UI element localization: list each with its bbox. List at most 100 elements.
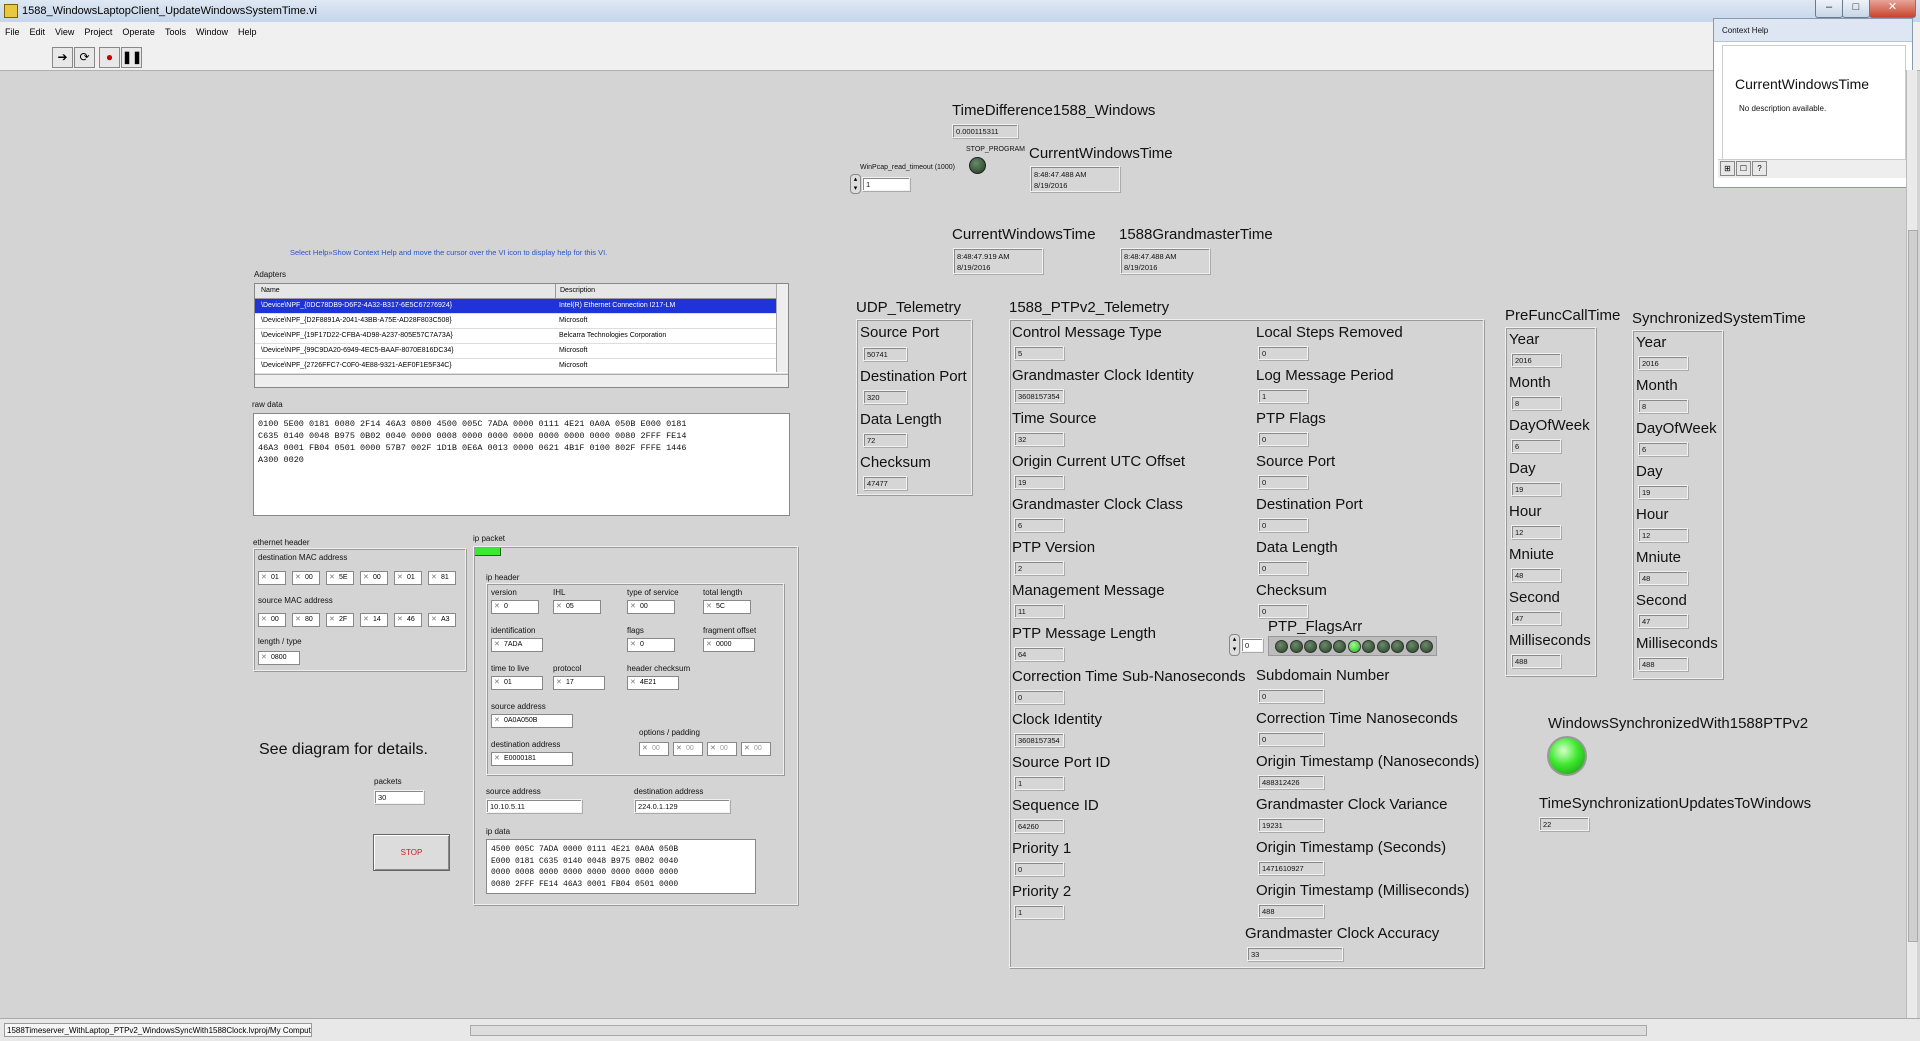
table-row[interactable]: \Device\NPF_{2726FFC7-C0F0-4E88-9321-AEF… (255, 359, 788, 374)
winpcap-input[interactable]: 1 (862, 177, 910, 191)
packets-indicator: 30 (374, 790, 424, 804)
cwt1-label: CurrentWindowsTime (1029, 145, 1173, 162)
udp-dst-port-label: Destination Port (860, 368, 967, 385)
ptp-field-value: 11 (1014, 604, 1064, 618)
src-mac-byte: ✕ A3 (428, 613, 456, 627)
menu-view[interactable]: View (50, 22, 79, 43)
ptp-flag-led (1333, 640, 1346, 653)
raw-data-label: raw data (252, 400, 283, 409)
ip-packet-cluster: ip header version ✕ 0 IHL ✕ 05 type of ser… (473, 546, 798, 905)
maximize-button[interactable]: □ (1842, 0, 1870, 18)
help-question-icon[interactable]: ? (1752, 161, 1767, 176)
main-vscroll-thumb[interactable] (1908, 230, 1918, 942)
cwt2-label: CurrentWindowsTime (952, 226, 1096, 243)
timediff-indicator: 0.000115311 (952, 124, 1018, 138)
table-row[interactable]: \Device\NPF_{19F17D22-CFBA-4D98-A237-805… (255, 329, 788, 344)
synced-field-label: Milliseconds (1636, 635, 1718, 652)
prefunc-field-value: 2016 (1511, 353, 1561, 367)
menu-file[interactable]: File (0, 22, 25, 43)
ptp-field-label: Source Port (1256, 453, 1336, 470)
close-button[interactable]: ✕ (1869, 0, 1916, 18)
synced-field-label: Day (1636, 463, 1663, 480)
adapter-name: \Device\NPF_{19F17D22-CFBA-4D98-A237-805… (261, 332, 453, 339)
menu-window[interactable]: Window (191, 22, 233, 43)
total-length-value: ✕ 5C (703, 600, 751, 614)
table-row[interactable]: \Device\NPF_{99C9DA20-6949-4EC5-BAAF-807… (255, 344, 788, 359)
synced-field-value: 2016 (1638, 356, 1688, 370)
main-hscroll[interactable] (470, 1025, 1647, 1036)
ptp-field-value: 1 (1014, 905, 1064, 919)
ethernet-header-cluster: destination MAC address ✕ 01 ✕ 00 ✕ 5E ✕ 00 … (253, 548, 466, 671)
help-lock-icon[interactable]: ⊞ (1720, 161, 1735, 176)
identification-label: identification (491, 626, 536, 635)
menu-tools[interactable]: Tools (160, 22, 191, 43)
src-mac-byte: ✕ 00 (258, 613, 286, 627)
run-arrow-icon[interactable]: ➔ (52, 47, 73, 68)
status-bar: 1588Timeserver_WithLaptop_PTPv2_WindowsS… (0, 1018, 1920, 1041)
protocol-value: ✕ 17 (553, 676, 605, 690)
dst-mac-byte: ✕ 5E (326, 571, 354, 585)
ptp-flag-led (1289, 640, 1303, 653)
adapters-hscroll[interactable] (255, 374, 788, 387)
ptp-field-label: Origin Timestamp (Seconds) (1256, 839, 1447, 856)
ptp-field-label: Priority 2 (1012, 883, 1072, 900)
src-mac-byte: ✕ 14 (360, 613, 388, 627)
ptp-field-label: PTP Flags (1256, 410, 1326, 427)
col-desc-header[interactable]: Description (555, 284, 595, 298)
synced-field-value: 48 (1638, 571, 1688, 585)
menu-edit[interactable]: Edit (25, 22, 51, 43)
dst-addr-value: ✕ E0000181 (491, 752, 573, 766)
ptp-field-value: 64 (1014, 647, 1064, 661)
ip-data-label: ip data (486, 827, 511, 836)
prefunc-field-label: Milliseconds (1509, 632, 1591, 649)
cwt2-time: 8:48:47.919 AM (957, 252, 1010, 261)
ptp-flags-idx-stepper[interactable]: ▴ ▾ (1229, 634, 1240, 656)
gm-accuracy-label: Grandmaster Clock Accuracy (1245, 925, 1440, 942)
adapter-desc: Microsoft (559, 362, 588, 369)
ptp-field-value: 0 (1258, 432, 1308, 446)
cwt1-time: 8:48:47.488 AM (1034, 170, 1087, 179)
udp-checksum-label: Checksum (860, 454, 931, 471)
ptp-field-value: 5 (1014, 346, 1064, 360)
pause-icon[interactable]: ❚❚ (121, 47, 142, 68)
table-row[interactable]: \Device\NPF_{D2F8891A-2041-43BB-A75E-AD2… (255, 314, 788, 329)
adapters-table[interactable]: Name Description \Device\NPF_{0DC78DB9-D… (254, 283, 789, 388)
winpcap-stepper[interactable]: ▴ ▾ (850, 174, 861, 194)
cwt2-date: 8/19/2016 (957, 263, 991, 272)
menu-project[interactable]: Project (79, 22, 117, 43)
project-path: 1588Timeserver_WithLaptop_PTPv2_WindowsS… (4, 1023, 312, 1037)
prefunc-field-value: 12 (1511, 525, 1561, 539)
main-vscroll[interactable] (1906, 70, 1918, 1018)
ttl-value: ✕ 01 (491, 676, 543, 690)
dst-mac-byte: ✕ 01 (258, 571, 286, 585)
stop-button[interactable]: STOP (373, 834, 450, 871)
dst-mac-byte: ✕ 01 (394, 571, 422, 585)
ptp-field-label: Grandmaster Clock Identity (1012, 367, 1194, 384)
help-detail-icon[interactable]: ☐ (1736, 161, 1751, 176)
adapters-vscroll[interactable] (776, 284, 788, 372)
abort-icon[interactable]: ● (99, 47, 120, 68)
context-help-body: No description available. (1739, 104, 1827, 113)
cwt1-date: 8/19/2016 (1034, 181, 1068, 190)
udp-src-port-value: 50741 (863, 347, 907, 361)
header-checksum-label: header checksum (627, 664, 691, 673)
run-continuously-icon[interactable]: ⟳ (74, 47, 95, 68)
stop-program-led[interactable] (969, 157, 986, 174)
udp-dst-port-value: 320 (863, 390, 907, 404)
ptp-field-label: Subdomain Number (1256, 667, 1390, 684)
menu-bar: File Edit View Project Operate Tools Window Hel… (0, 22, 1920, 44)
ptp-telemetry-title: 1588_PTPv2_Telemetry (1009, 299, 1170, 316)
sync-updates-value: 22 (1539, 817, 1589, 831)
menu-help[interactable]: Help (233, 22, 262, 43)
col-name-header[interactable]: Name (261, 284, 280, 298)
app-icon (4, 4, 18, 18)
ptp-flags-idx[interactable]: 0 (1241, 638, 1263, 652)
minimize-button[interactable]: – (1815, 0, 1843, 18)
table-row[interactable]: \Device\NPF_{0DC78DB9-D6F2-4A32-B317-6E5… (255, 299, 776, 314)
ptp-field-label: Clock Identity (1012, 711, 1103, 728)
ptp-flag-led (1376, 640, 1390, 653)
menu-operate[interactable]: Operate (117, 22, 160, 43)
prefunc-field-label: Year (1509, 331, 1540, 348)
adapter-name: \Device\NPF_{2726FFC7-C0F0-4E88-9321-AEF… (261, 362, 452, 369)
ptp-field-value: 1471610927 (1258, 861, 1324, 875)
